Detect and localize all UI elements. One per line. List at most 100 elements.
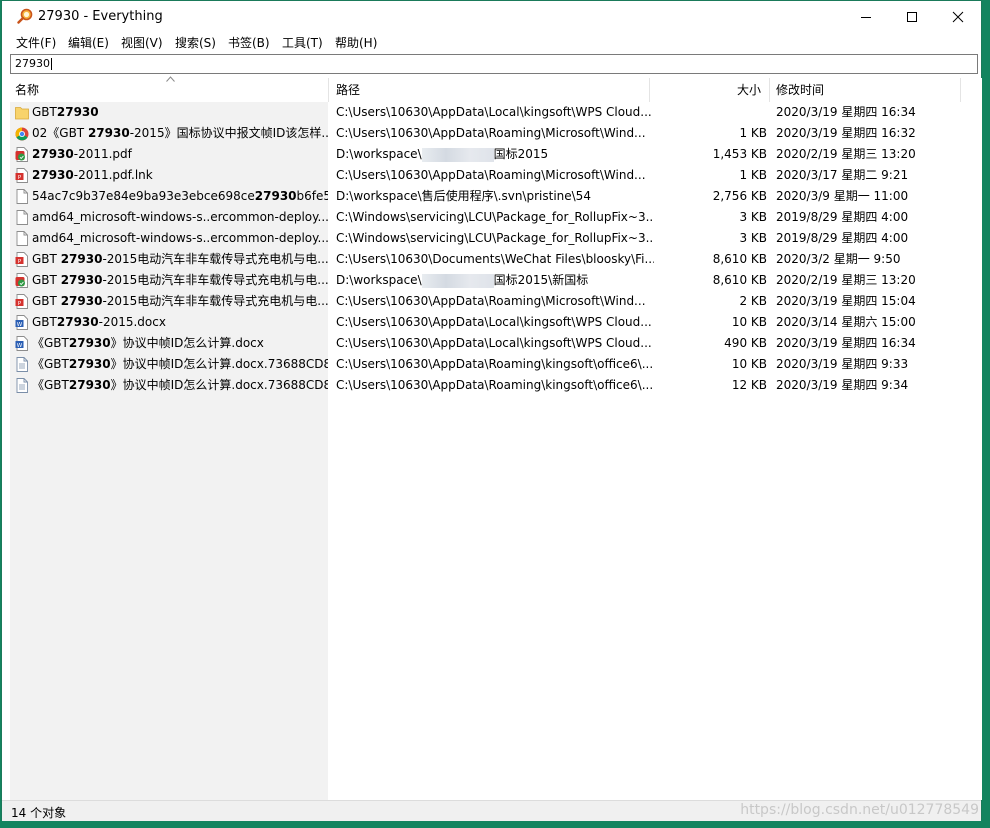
name-suffix: 》协议中帧ID怎么计算.docx: [110, 336, 264, 350]
path-prefix: C:\Users\10630\AppData\Local\kingsoft\WP…: [336, 105, 652, 119]
path-prefix: D:\workspace\: [336, 273, 422, 287]
file-icon: [16, 210, 28, 225]
path-prefix: C:\Users\10630\AppData\Roaming\Microsoft…: [336, 294, 646, 308]
path-cell: C:\Users\10630\AppData\Local\kingsoft\WP…: [336, 102, 654, 123]
size-cell: 12 KB: [731, 378, 767, 392]
path-prefix: C:\Windows\servicing\LCU\Package_for_Rol…: [336, 231, 654, 245]
title-bar[interactable]: 27930 - Everything: [2, 1, 981, 32]
table-row[interactable]: 《GBT27930》协议中帧ID怎么计算.docx.73688CD8... C:\…: [10, 375, 982, 396]
close-icon: [952, 11, 964, 22]
table-row[interactable]: P GBT 27930-2015电动汽车非车载传导式充电机与电... C:\User…: [10, 291, 982, 312]
path-cell: C:\Users\10630\AppData\Local\kingsoft\WP…: [336, 333, 654, 354]
name-suffix: -2015》国标协议中报文帧ID该怎样...: [129, 126, 328, 140]
name-match-highlight: 27930: [87, 126, 130, 140]
path-prefix: D:\workspace\: [336, 147, 422, 161]
path-cell: C:\Users\10630\AppData\Roaming\Microsoft…: [336, 165, 654, 186]
table-row[interactable]: GBT27930 C:\Users\10630\AppData\Local\kin…: [10, 102, 982, 123]
table-row[interactable]: amd64_microsoft-windows-s..ercommon-depl…: [10, 207, 982, 228]
column-header-size[interactable]: 大小: [650, 78, 770, 102]
name-match-highlight: 27930: [254, 189, 297, 203]
size-cell: 2,756 KB: [712, 189, 767, 203]
close-button[interactable]: [935, 1, 981, 32]
menu-bookmarks[interactable]: 书签(B): [228, 34, 270, 51]
blur-mask: [422, 148, 494, 162]
name-suffix: -2011.pdf.lnk: [73, 168, 153, 182]
name-match-highlight: 27930: [56, 105, 99, 119]
results-list[interactable]: 名称 路径 大小 修改时间 GBT27930 C:\Users\10630\App…: [10, 76, 982, 800]
date-cell: 2020/3/14 星期六 15:00: [776, 315, 916, 329]
column-header-path-label: 路径: [336, 83, 361, 97]
column-header-modified-label: 修改时间: [776, 83, 825, 97]
table-row[interactable]: 54ac7c9b37e84e9ba93e3ebce698ce27930b6fe5…: [10, 186, 982, 207]
path-cell: D:\workspace\ 国标2015\新国标: [336, 270, 654, 291]
maximize-icon: [907, 11, 917, 22]
menu-help[interactable]: 帮助(H): [335, 34, 377, 51]
size-cell: 1 KB: [739, 168, 767, 182]
chrome-icon: [15, 127, 29, 141]
table-row[interactable]: 《GBT27930》协议中帧ID怎么计算.docx.73688CD8... C:\…: [10, 354, 982, 375]
path-cell: C:\Users\10630\AppData\Roaming\kingsoft\…: [336, 354, 654, 375]
table-row[interactable]: P GBT 27930-2015电动汽车非车载传导式充电机与电... C:\User…: [10, 249, 982, 270]
menu-edit[interactable]: 编辑(E): [68, 34, 109, 51]
column-header-name[interactable]: 名称: [10, 76, 329, 102]
name-cell: GBT27930-2015.docx: [32, 312, 328, 333]
object-count: 14 个对象: [11, 806, 67, 820]
table-row[interactable]: 02《GBT 27930-2015》国标协议中报文帧ID该怎样... C:\Use…: [10, 123, 982, 144]
table-row[interactable]: GBT 27930-2015电动汽车非车载传导式充电机与电... D:\works…: [10, 270, 982, 291]
table-row[interactable]: 27930-2011.pdf D:\workspace\ 国标2015 1,453 K…: [10, 144, 982, 165]
date-cell: 2020/3/19 星期四 16:32: [776, 126, 916, 140]
name-cell: GBT27930: [32, 102, 328, 123]
minimize-button[interactable]: [843, 1, 889, 32]
date-cell: 2020/3/19 星期四 15:04: [776, 294, 916, 308]
file-icon: [16, 231, 28, 246]
menu-file[interactable]: 文件(F): [16, 34, 56, 51]
word-icon: W: [15, 315, 28, 330]
column-header-path[interactable]: 路径: [329, 78, 650, 102]
path-cell: C:\Users\10630\AppData\Roaming\kingsoft\…: [336, 375, 654, 396]
path-suffix: 国标2015: [493, 147, 549, 161]
table-row[interactable]: P 27930-2011.pdf.lnk C:\Users\10630\AppDat…: [10, 165, 982, 186]
name-suffix: 》协议中帧ID怎么计算.docx.73688CD8...: [110, 378, 328, 392]
name-match-highlight: 27930: [68, 378, 111, 392]
menu-view[interactable]: 视图(V): [121, 34, 163, 51]
column-header-name-label: 名称: [15, 83, 40, 97]
size-cell: 1,453 KB: [712, 147, 767, 161]
name-match-highlight: 27930: [60, 252, 103, 266]
pdf-icon: P: [15, 294, 28, 309]
menu-tools[interactable]: 工具(T): [282, 34, 323, 51]
size-cell: 10 KB: [731, 315, 767, 329]
path-prefix: C:\Users\10630\AppData\Roaming\Microsoft…: [336, 168, 646, 182]
date-cell: 2020/2/19 星期三 13:20: [776, 273, 916, 287]
column-header-size-label: 大小: [736, 83, 761, 97]
menu-search[interactable]: 搜索(S): [175, 34, 216, 51]
sort-ascending-icon: [166, 76, 175, 82]
path-cell: C:\Users\10630\AppData\Local\kingsoft\WP…: [336, 312, 654, 333]
table-row[interactable]: W GBT27930-2015.docx C:\Users\10630\AppDat…: [10, 312, 982, 333]
minimize-icon: [861, 16, 871, 18]
name-suffix: -2015电动汽车非车载传导式充电机与电...: [102, 294, 328, 308]
path-cell: C:\Users\10630\Documents\WeChat Files\bl…: [336, 249, 654, 270]
path-suffix: 国标2015\新国标: [493, 273, 589, 287]
table-row[interactable]: amd64_microsoft-windows-s..ercommon-depl…: [10, 228, 982, 249]
size-cell: 3 KB: [739, 231, 767, 245]
text-caret: [51, 58, 52, 70]
date-cell: 2020/3/9 星期一 11:00: [776, 189, 909, 203]
name-match-highlight: 27930: [32, 168, 74, 182]
table-row[interactable]: W 《GBT27930》协议中帧ID怎么计算.docx C:\Users\10630…: [10, 333, 982, 354]
maximize-button[interactable]: [889, 1, 935, 32]
watermark: https://blog.csdn.net/u012778549: [740, 802, 979, 818]
name-prefix: 《GBT: [32, 378, 69, 392]
name-cell: 《GBT27930》协议中帧ID怎么计算.docx: [32, 333, 328, 354]
status-bar: 14 个对象 https://blog.csdn.net/u012778549: [2, 800, 981, 821]
path-prefix: D:\workspace\售后使用程序\.svn\pristine\54: [336, 189, 591, 203]
date-cell: 2019/8/29 星期四 4:00: [776, 210, 909, 224]
pdf-shortcut-icon: [15, 273, 28, 288]
name-cell: 02《GBT 27930-2015》国标协议中报文帧ID该怎样...: [32, 123, 328, 144]
name-cell: 27930-2011.pdf: [32, 144, 328, 165]
size-cell: 490 KB: [724, 336, 767, 350]
search-input[interactable]: 27930: [10, 54, 978, 74]
text-file-icon: [16, 378, 28, 393]
date-cell: 2020/3/17 星期二 9:21: [776, 168, 909, 182]
column-header-modified[interactable]: 修改时间: [770, 78, 961, 102]
name-suffix: -2015电动汽车非车载传导式充电机与电...: [102, 273, 328, 287]
